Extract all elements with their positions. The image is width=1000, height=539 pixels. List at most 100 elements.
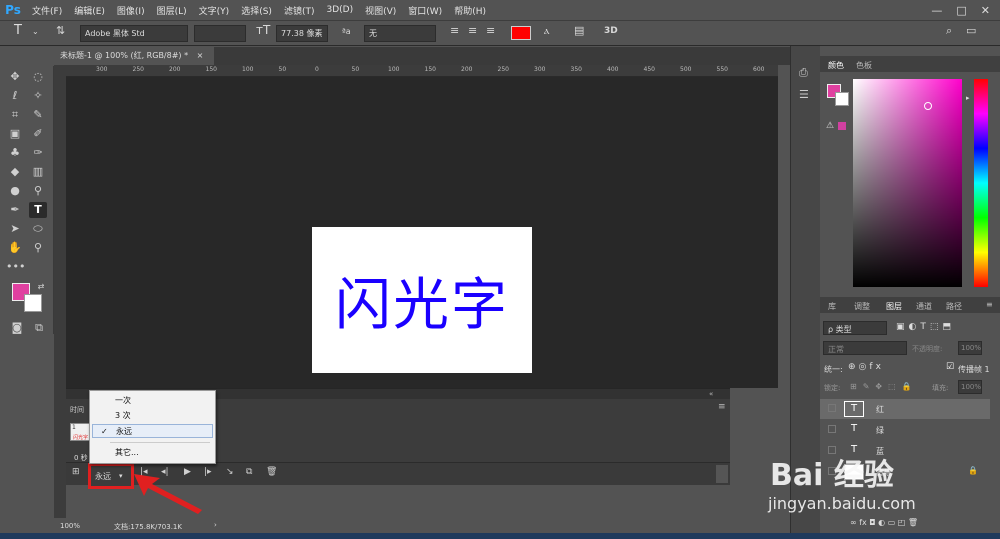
quick-mask-icon[interactable]: ◙ — [8, 320, 26, 336]
tween-icon[interactable]: ↘ — [226, 467, 234, 477]
marquee-tool-icon[interactable]: ◌ — [29, 69, 47, 85]
chevron-down-icon[interactable]: ⌄ — [32, 27, 39, 44]
opacity-input[interactable]: 100% — [958, 341, 982, 355]
layer-filter-select[interactable]: ρ 类型 — [823, 321, 887, 335]
lasso-tool-icon[interactable]: ℓ — [6, 88, 24, 104]
crop-tool-icon[interactable]: ⌗ — [6, 107, 24, 123]
gamut-swatch[interactable] — [838, 122, 846, 130]
loop-option-three[interactable]: 3 次 — [90, 409, 215, 423]
document-info[interactable]: 文档:175.8K/703.1K — [114, 522, 182, 532]
menu-select[interactable]: 选择(S) — [235, 4, 278, 17]
menu-file[interactable]: 文件(F) — [26, 4, 68, 17]
minimize-button[interactable]: — — [931, 4, 942, 17]
layer-row[interactable]: T 绿 — [820, 420, 990, 440]
layer-filter-icons[interactable]: ▣◐T⬚⬒ — [896, 322, 955, 332]
tab-close-icon[interactable]: × — [197, 51, 204, 60]
font-size-select[interactable]: 77.38 像素 — [276, 25, 328, 42]
path-selection-icon[interactable]: ➤ — [6, 221, 24, 237]
character-panel-icon[interactable]: ▤ — [574, 24, 584, 41]
gamut-warning-icon[interactable]: ⚠ — [826, 121, 834, 131]
menu-filter[interactable]: 滤镜(T) — [278, 4, 321, 17]
loop-options-select[interactable]: 永远 ▾ — [88, 463, 134, 489]
search-icon[interactable]: ⌕ — [946, 24, 952, 41]
menu-image[interactable]: 图像(I) — [111, 4, 151, 17]
status-arrow-icon[interactable]: › — [214, 521, 217, 529]
maximize-button[interactable]: □ — [956, 4, 966, 17]
history-panel-icon[interactable]: ⎙ — [799, 66, 808, 80]
blur-tool-icon[interactable]: ● — [6, 183, 24, 199]
text-color-swatch[interactable] — [511, 26, 531, 40]
move-tool-icon[interactable]: ✥ — [6, 69, 24, 85]
hand-tool-icon[interactable]: ✋ — [6, 240, 24, 256]
panel-menu-icon[interactable]: ≡ — [718, 402, 726, 412]
healing-brush-icon[interactable]: ▣ — [6, 126, 24, 142]
3d-button[interactable]: 3D — [604, 26, 618, 43]
workspace-icon[interactable]: ▭ — [966, 24, 976, 41]
document-tab[interactable]: 未标题-1 @ 100% (红, RGB/8#) * × — [54, 47, 214, 65]
zoom-level[interactable]: 100% — [60, 522, 80, 530]
delete-frame-icon[interactable]: 🗑 — [266, 467, 277, 477]
blend-mode-select[interactable]: 正常 — [823, 341, 907, 355]
antialias-select[interactable]: 无 — [364, 25, 436, 42]
menu-layer[interactable]: 图层(L) — [151, 4, 193, 17]
timeline-scrollbar[interactable] — [716, 465, 728, 483]
tab-paths[interactable]: 路径 — [946, 301, 962, 312]
tab-channels[interactable]: 通道 — [916, 301, 932, 312]
text-orientation-icon[interactable]: ⇅ — [56, 24, 65, 41]
align-right-icon[interactable]: ≡ — [486, 24, 495, 41]
clone-stamp-icon[interactable]: ♣ — [6, 145, 24, 161]
panel-menu-icon[interactable]: ≡ — [986, 300, 993, 309]
align-center-icon[interactable]: ≡ — [468, 24, 477, 41]
eyedropper-icon[interactable]: ✎ — [29, 107, 47, 123]
loop-option-forever[interactable]: ✓ 永远 — [92, 424, 213, 438]
font-family-select[interactable]: Adobe 黑体 Std — [80, 25, 188, 42]
color-panel-bg-swatch[interactable] — [835, 92, 849, 106]
warp-text-icon[interactable]: ⲁ — [544, 24, 550, 41]
screen-mode-icon[interactable]: ⧉ — [30, 320, 48, 336]
menu-edit[interactable]: 编辑(E) — [68, 4, 111, 17]
menu-help[interactable]: 帮助(H) — [448, 4, 492, 17]
document-canvas[interactable]: 闪光字 — [312, 227, 532, 373]
gradient-tool-icon[interactable]: ▥ — [29, 164, 47, 180]
panel-collapse-icon[interactable]: « — [709, 390, 713, 398]
color-picker-cursor[interactable] — [924, 102, 932, 110]
type-tool-icon[interactable]: T — [29, 202, 47, 218]
pen-tool-icon[interactable]: ✒ — [6, 202, 24, 218]
timeline-tab[interactable]: 时间 — [70, 405, 84, 415]
more-tools-icon[interactable]: ••• — [6, 259, 25, 275]
magic-wand-icon[interactable]: ✧ — [29, 88, 47, 104]
tab-libraries[interactable]: 库 — [828, 301, 836, 312]
unify-icons[interactable]: ⊕◎fx — [848, 362, 884, 372]
menu-type[interactable]: 文字(Y) — [193, 4, 236, 17]
fill-input[interactable]: 100% — [958, 380, 982, 394]
type-tool-preset-icon[interactable]: T — [14, 23, 22, 40]
properties-panel-icon[interactable]: ☰ — [799, 88, 809, 101]
shape-tool-icon[interactable]: ⬭ — [29, 221, 47, 237]
dodge-tool-icon[interactable]: ⚲ — [29, 183, 47, 199]
layer-name[interactable]: 红 — [876, 404, 884, 415]
hue-slider[interactable] — [974, 79, 988, 287]
visibility-toggle[interactable] — [828, 404, 836, 412]
lock-icons[interactable]: ⊞✎✥⬚🔒 — [850, 382, 918, 391]
font-style-select[interactable] — [194, 25, 246, 42]
align-left-icon[interactable]: ≡ — [450, 24, 459, 41]
menu-view[interactable]: 视图(V) — [359, 4, 402, 17]
visibility-toggle[interactable] — [828, 425, 836, 433]
layer-row[interactable]: T 红 — [820, 399, 990, 419]
menu-3d[interactable]: 3D(D) — [320, 5, 359, 15]
duplicate-frame-icon[interactable]: ⧉ — [246, 467, 252, 477]
background-color-swatch[interactable] — [24, 294, 42, 312]
close-window-button[interactable]: ✕ — [981, 4, 990, 17]
propagate-checkbox[interactable]: ☑ — [946, 362, 954, 372]
menu-window[interactable]: 窗口(W) — [402, 4, 448, 17]
tab-adjustments[interactable]: 调整 — [854, 301, 870, 312]
eraser-tool-icon[interactable]: ◆ — [6, 164, 24, 180]
brush-tool-icon[interactable]: ✐ — [29, 126, 47, 142]
history-brush-icon[interactable]: ✑ — [29, 145, 47, 161]
swap-colors-icon[interactable]: ⇄ — [32, 279, 50, 295]
tab-layers[interactable]: 图层 — [886, 301, 902, 312]
tab-swatches[interactable]: 色板 — [856, 60, 872, 71]
loop-option-other[interactable]: 其它... — [90, 446, 215, 460]
zoom-tool-icon[interactable]: ⚲ — [29, 240, 47, 256]
loop-option-once[interactable]: 一次 — [90, 394, 215, 408]
